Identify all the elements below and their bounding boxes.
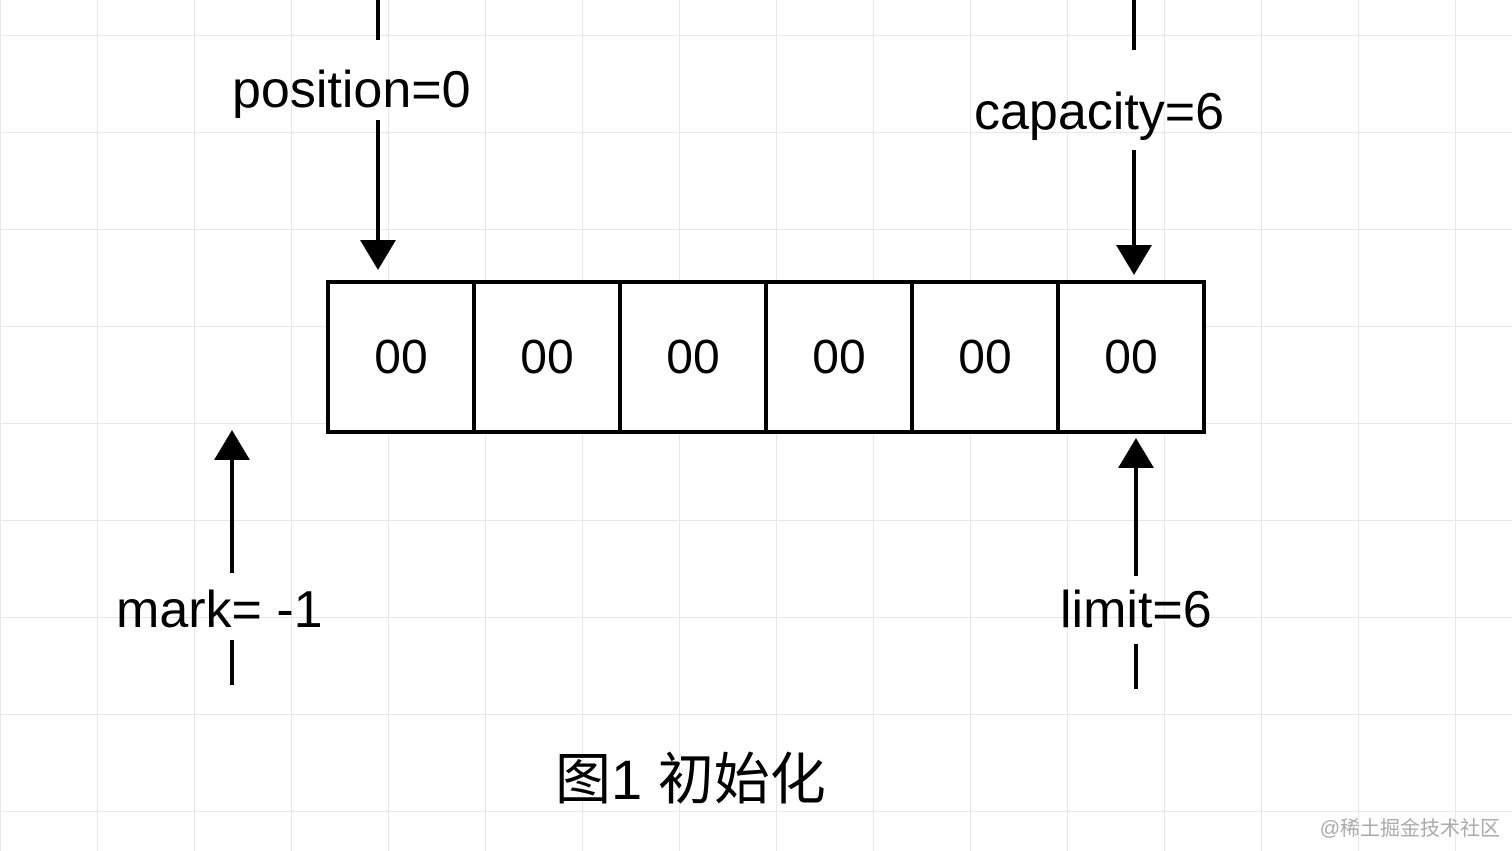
buffer-diagram: position=0 capacity=6 00 00 00 00 00 00 … xyxy=(0,0,1512,851)
watermark: @稀土掘金技术社区 xyxy=(1320,812,1500,841)
buffer-cell: 00 xyxy=(914,284,1060,430)
buffer-cell: 00 xyxy=(768,284,914,430)
mark-label: mark= -1 xyxy=(116,580,323,640)
buffer-array: 00 00 00 00 00 00 xyxy=(326,280,1206,434)
buffer-cell: 00 xyxy=(622,284,768,430)
figure-caption: 图1 初始化 xyxy=(555,735,826,816)
buffer-cell: 00 xyxy=(330,284,476,430)
buffer-cell: 00 xyxy=(476,284,622,430)
limit-label: limit=6 xyxy=(1060,580,1212,640)
position-label: position=0 xyxy=(232,60,471,120)
capacity-label: capacity=6 xyxy=(974,82,1224,142)
buffer-cell: 00 xyxy=(1060,284,1206,430)
